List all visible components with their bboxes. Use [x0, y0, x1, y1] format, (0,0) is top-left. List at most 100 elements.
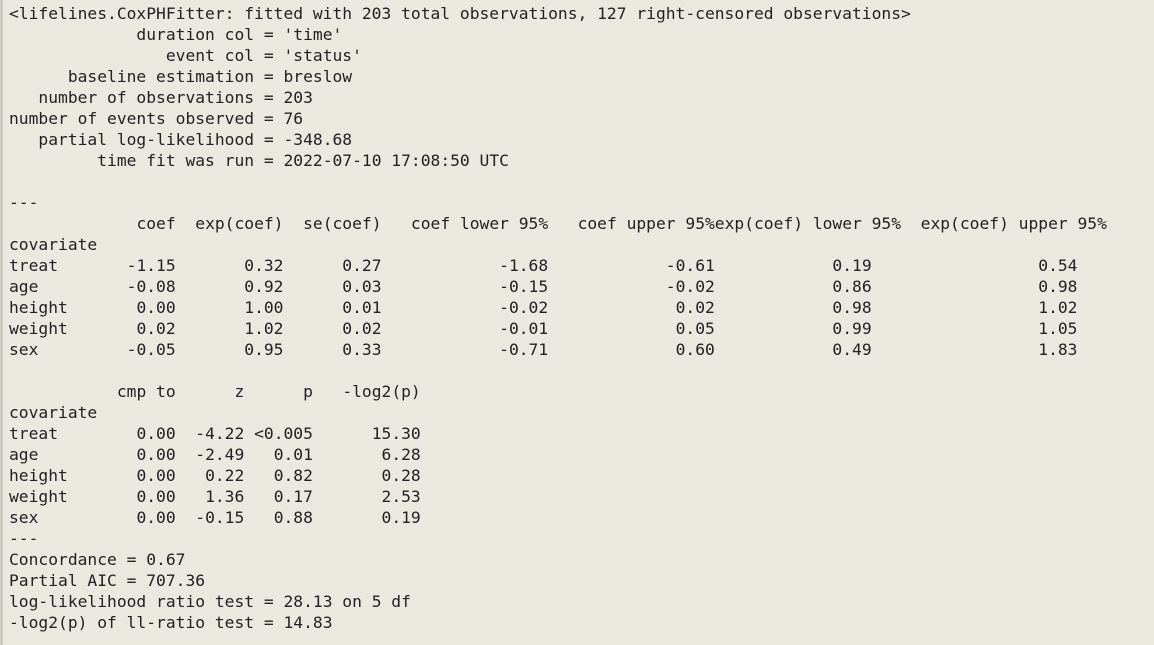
table1-row: weight 0.02 1.02 0.02 -0.01 0.05 0.99 1.…: [9, 318, 1107, 339]
col-header: z: [175, 382, 245, 401]
col-header: coef upper 95%: [548, 214, 715, 233]
col-header: p: [244, 382, 313, 401]
cell-value: -0.02: [548, 277, 715, 296]
cell-value: 1.83: [871, 340, 1078, 359]
table2-row: age 0.00 -2.49 0.01 6.28: [9, 444, 1107, 465]
cell-value: -0.15: [381, 277, 549, 296]
cell-value: 0.98: [871, 277, 1078, 296]
info-key: partial log-likelihood: [9, 130, 255, 149]
cell-value: 0.05: [548, 319, 715, 338]
col-header: exp(coef): [175, 214, 284, 233]
cell-value: 0.28: [312, 466, 421, 485]
cell-value: 0.00: [107, 466, 176, 485]
info-line: number of observations = 203: [9, 88, 313, 107]
separator: ---: [9, 193, 39, 212]
index-name-line: covariate: [9, 402, 1107, 423]
col-header: exp(coef) upper 95%: [901, 214, 1107, 233]
col-header: cmp to: [107, 382, 176, 401]
row-name: sex: [9, 340, 108, 359]
table1-row: height 0.00 1.00 0.01 -0.02 0.02 0.98 1.…: [9, 297, 1107, 318]
table2-row: treat 0.00 -4.22 <0.005 15.30: [9, 423, 1107, 444]
cell-value: <0.005: [244, 424, 313, 443]
table1-row: treat -1.15 0.32 0.27 -1.68 -0.61 0.19 0…: [9, 255, 1107, 276]
footer-value: 28.13 on 5 df: [283, 592, 411, 611]
info-value: breslow: [283, 67, 353, 86]
table2-row: sex 0.00 -0.15 0.88 0.19: [9, 507, 1107, 528]
cell-value: 0.95: [175, 340, 284, 359]
info-key: number of observations: [9, 88, 255, 107]
footer-key: Partial AIC: [9, 571, 117, 590]
cell-value: 0.22: [175, 466, 245, 485]
cell-value: 2.53: [312, 487, 421, 506]
row-name: age: [9, 277, 108, 296]
info-line: number of events observed = 76: [9, 109, 304, 128]
cell-value: -0.15: [175, 508, 245, 527]
header-line: <lifelines.CoxPHFitter: fitted with 203 …: [9, 3, 1107, 24]
info-value: 2022-07-10 17:08:50 UTC: [283, 151, 509, 170]
row-name: treat: [9, 424, 108, 443]
separator-line: ---: [9, 192, 1107, 213]
cell-value: 0.02: [548, 298, 715, 317]
cell-value: 0.01: [283, 298, 382, 317]
row-name: age: [9, 445, 108, 464]
footer-key: log-likelihood ratio test: [9, 592, 255, 611]
info-key: duration col: [9, 25, 255, 44]
cell-value: -1.15: [107, 256, 176, 275]
footer-value: 14.83: [283, 613, 333, 632]
info-key: number of events observed: [9, 109, 255, 128]
separator: ---: [9, 529, 39, 548]
cell-value: 0.17: [244, 487, 313, 506]
info-key: baseline estimation: [9, 67, 255, 86]
info-value: 203: [283, 88, 313, 107]
cell-value: -0.61: [548, 256, 715, 275]
cell-value: -0.08: [107, 277, 176, 296]
col-header: coef: [107, 214, 176, 233]
col-header: se(coef): [283, 214, 382, 233]
cell-value: 0.02: [283, 319, 382, 338]
index-name: covariate: [9, 235, 98, 254]
cox-summary-output: <lifelines.CoxPHFitter: fitted with 203 …: [9, 3, 1107, 633]
info-key: event col: [9, 46, 255, 65]
row-name: weight: [9, 319, 108, 338]
table1-header-row: coef exp(coef) se(coef) coef lower 95% c…: [9, 213, 1107, 234]
table2-header-row: cmp to z p -log2(p): [9, 381, 1107, 402]
col-header: exp(coef) lower 95%: [714, 214, 902, 233]
cell-value: 1.02: [871, 298, 1078, 317]
table2-row: weight 0.00 1.36 0.17 2.53: [9, 486, 1107, 507]
info-line: duration col = 'time': [9, 25, 343, 44]
cell-value: 0.60: [548, 340, 715, 359]
row-name: height: [9, 466, 108, 485]
cell-value: 0.86: [714, 277, 872, 296]
cell-value: 1.00: [175, 298, 284, 317]
info-value: 76: [283, 109, 304, 128]
footer-line: Concordance = 0.67: [9, 550, 186, 569]
cell-value: -4.22: [175, 424, 245, 443]
cell-value: 1.36: [175, 487, 245, 506]
cell-value: -1.68: [381, 256, 549, 275]
info-line: partial log-likelihood = -348.68: [9, 130, 353, 149]
cell-value: 0.02: [107, 319, 176, 338]
footer-value: 707.36: [146, 571, 206, 590]
row-name: sex: [9, 508, 108, 527]
info-line: time fit was run = 2022-07-10 17:08:50 U…: [9, 151, 509, 170]
info-line: event col = 'status': [9, 46, 362, 65]
col-header: -log2(p): [312, 382, 421, 401]
cell-value: 0.99: [714, 319, 872, 338]
cell-value: 0.27: [283, 256, 382, 275]
cell-value: -0.71: [381, 340, 549, 359]
cell-value: 0.54: [871, 256, 1078, 275]
cell-value: -2.49: [175, 445, 245, 464]
separator-line: ---: [9, 528, 1107, 549]
index-name-line: covariate: [9, 234, 1107, 255]
cell-value: 1.05: [871, 319, 1078, 338]
cell-value: 0.32: [175, 256, 284, 275]
cell-value: 0.92: [175, 277, 284, 296]
cell-value: -0.02: [381, 298, 549, 317]
cell-value: 6.28: [312, 445, 421, 464]
cell-value: 0.19: [312, 508, 421, 527]
footer-line: Partial AIC = 707.36: [9, 571, 206, 590]
info-value: 'time': [283, 25, 343, 44]
footer-value: 0.67: [146, 550, 186, 569]
